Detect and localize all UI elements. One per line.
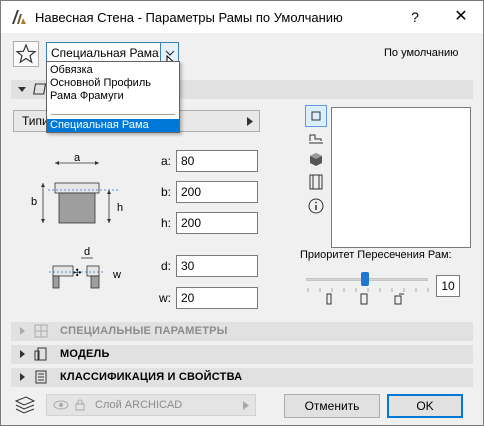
profile-icon — [309, 134, 323, 144]
default-label: По умолчанию — [384, 47, 459, 59]
dropdown-item-frame[interactable]: Обвязка — [47, 64, 179, 77]
frame-offset-diagram: d ✣ w — [49, 246, 121, 289]
field-a-value: 80 — [181, 154, 195, 168]
filmstrip-icon — [309, 174, 323, 190]
ok-button[interactable]: OK — [387, 394, 463, 418]
dim-label-b: b — [31, 196, 37, 208]
priority-mid-icon — [360, 293, 368, 305]
section-label-model: МОДЕЛЬ — [60, 348, 110, 360]
field-b[interactable]: 200 — [176, 181, 258, 203]
plan-view-icon — [311, 111, 321, 121]
layers-icon — [14, 396, 36, 414]
dim-label-w: w — [112, 269, 121, 281]
priority-label: Приоритет Пересечения Рам: — [300, 249, 452, 261]
dim-label-d: d — [84, 246, 90, 258]
field-label-b: b: — [160, 185, 171, 199]
field-d[interactable]: 30 — [176, 255, 258, 277]
field-h-value: 200 — [181, 216, 202, 230]
dropdown-separator — [51, 114, 175, 115]
section-label-special-params: СПЕЦИАЛЬНЫЕ ПАРАМЕТРЫ — [60, 325, 228, 337]
svg-text:✣: ✣ — [73, 268, 81, 279]
filmstrip-button[interactable] — [305, 171, 327, 193]
field-d-value: 30 — [181, 259, 195, 273]
title-bar: Навесная Стена - Параметры Рамы по Умолч… — [1, 1, 483, 33]
layer-label: Слой ARCHICAD — [95, 399, 183, 411]
dim-label-h: h — [117, 202, 123, 214]
lock-icon — [75, 399, 85, 411]
priority-slider-thumb[interactable] — [361, 272, 369, 286]
frame-type-value: Специальная Рама — [51, 46, 159, 60]
section-bar-special-params[interactable]: СПЕЦИАЛЬНЫЕ ПАРАМЕТРЫ — [11, 322, 473, 341]
field-w-value: 20 — [181, 291, 195, 305]
section-bar-model[interactable]: МОДЕЛЬ — [11, 345, 473, 364]
field-a[interactable]: 80 — [176, 150, 258, 172]
dropdown-item-special-frame[interactable]: Специальная Рама — [47, 119, 179, 132]
favorites-button[interactable] — [13, 41, 39, 67]
model-icon — [34, 347, 47, 361]
field-label-d: d: — [160, 259, 171, 273]
dialog-window: Навесная Стена - Параметры Рамы по Умолч… — [0, 0, 484, 426]
field-label-a: a: — [160, 154, 171, 168]
window-title: Навесная Стена - Параметры Рамы по Умолч… — [35, 10, 343, 25]
collapse-triangle-icon — [20, 327, 25, 335]
3d-view-button[interactable] — [305, 149, 327, 171]
classification-icon — [35, 370, 47, 384]
field-label-w: w: — [159, 291, 171, 305]
info-button[interactable] — [305, 195, 327, 217]
priority-value-field[interactable]: 10 — [436, 275, 460, 297]
chevron-right-icon — [247, 117, 253, 126]
close-button[interactable]: ✕ — [449, 5, 473, 29]
section-label-classification: КЛАССИФИКАЦИЯ И СВОЙСТВА — [60, 371, 243, 383]
special-params-icon — [34, 324, 48, 338]
star-icon — [15, 43, 37, 64]
profile-view-button[interactable] — [305, 127, 327, 149]
priority-high-icon — [394, 293, 404, 305]
frame-dimension-diagram: a b h — [31, 153, 123, 224]
layer-selector[interactable]: Слой ARCHICAD — [46, 394, 256, 416]
expand-triangle-icon — [18, 87, 26, 92]
help-button[interactable]: ? — [403, 5, 427, 29]
section-bar-classification[interactable]: КЛАССИФИКАЦИЯ И СВОЙСТВА — [11, 368, 473, 387]
dim-label-a: a — [74, 153, 81, 164]
archicad-app-icon — [12, 10, 26, 24]
collapse-triangle-icon — [20, 373, 25, 381]
preview-area — [331, 107, 471, 248]
dropdown-item-transom[interactable]: Рама Фрамуги — [47, 90, 179, 103]
chevron-right-icon — [243, 401, 249, 410]
plan-view-button[interactable] — [305, 105, 327, 127]
field-w[interactable]: 20 — [176, 287, 258, 309]
field-h[interactable]: 200 — [176, 212, 258, 234]
slider-ticks — [307, 288, 429, 292]
collapse-triangle-icon — [20, 350, 25, 358]
info-icon — [308, 198, 324, 214]
frame-type-dropdown: Обвязка Основной Профиль Рама Фрамуги Сп… — [46, 61, 180, 133]
dropdown-item-main-profile[interactable]: Основной Профиль — [47, 77, 179, 90]
field-label-h: h: — [160, 216, 171, 230]
tab-strip-label: Типи — [22, 114, 49, 128]
3d-cube-icon — [310, 153, 322, 166]
eye-icon — [53, 400, 69, 410]
priority-low-icon — [326, 293, 332, 305]
cancel-button[interactable]: Отменить — [284, 394, 380, 418]
field-b-value: 200 — [181, 185, 202, 199]
